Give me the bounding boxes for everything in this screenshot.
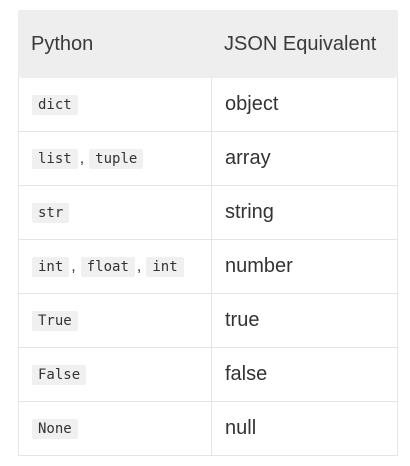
table-row: str string xyxy=(18,186,398,240)
table-row: True true xyxy=(18,294,398,348)
json-type-cell: number xyxy=(225,255,293,277)
code-none: None xyxy=(32,418,78,439)
code-list: list xyxy=(32,148,78,169)
json-type-cell: object xyxy=(225,93,279,115)
json-type-cell: true xyxy=(225,309,260,331)
separator-comma: , xyxy=(136,257,142,275)
json-type-cell: array xyxy=(225,147,271,169)
code-false: False xyxy=(32,364,87,385)
table-row: dict object xyxy=(18,78,398,132)
python-type-cell: int , float , int xyxy=(19,240,212,293)
table-row: list , tuple array xyxy=(18,132,398,186)
code-dict: dict xyxy=(32,94,78,115)
code-true: True xyxy=(32,310,78,331)
table-header-row: Python JSON Equivalent xyxy=(18,10,398,78)
json-type-cell: string xyxy=(225,201,274,223)
python-type-cell: list , tuple xyxy=(19,132,212,185)
python-type-cell: None xyxy=(19,402,212,455)
python-type-cell: True xyxy=(19,294,212,347)
header-json-equivalent: JSON Equivalent xyxy=(224,32,377,55)
python-type-cell: dict xyxy=(19,78,212,131)
json-type-cell: null xyxy=(225,417,257,439)
code-int: int xyxy=(32,256,70,277)
table-row: int , float , int number xyxy=(18,240,398,294)
table-row: None null xyxy=(18,402,398,456)
code-str: str xyxy=(32,202,70,223)
header-python: Python xyxy=(31,32,94,55)
python-type-cell: False xyxy=(19,348,212,401)
code-tuple: tuple xyxy=(89,148,144,169)
python-json-table: Python JSON Equivalent dict object list … xyxy=(18,10,398,456)
code-int: int xyxy=(146,256,184,277)
code-float: float xyxy=(80,256,135,277)
json-type-cell: false xyxy=(225,363,268,385)
separator-comma: , xyxy=(79,149,85,167)
python-type-cell: str xyxy=(19,186,212,239)
separator-comma: , xyxy=(71,257,76,275)
table-row: False false xyxy=(18,348,398,402)
